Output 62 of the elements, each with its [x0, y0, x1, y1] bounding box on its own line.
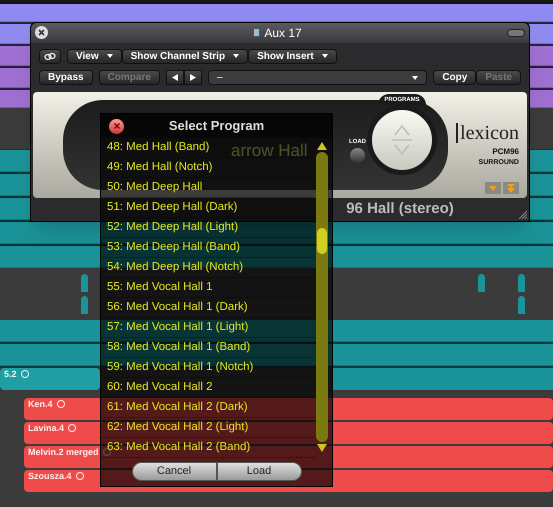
program-item[interactable]: 60: Med Vocal Hall 2	[107, 378, 212, 396]
program-item[interactable]: 48: Med Hall (Band)	[107, 138, 210, 156]
bypass-button[interactable]: Bypass	[39, 70, 93, 86]
loop-icon	[56, 400, 65, 408]
insert-dropdown[interactable]: Show Insert	[248, 48, 337, 64]
resize-grip-icon	[518, 210, 527, 219]
window-title: Aux 17	[264, 24, 302, 42]
down-arrow-icon	[489, 186, 497, 191]
program-item[interactable]: 55: Med Vocal Hall 1	[107, 278, 212, 296]
dialog-title: Select Program	[168, 117, 266, 136]
region-name: 5.2	[4, 370, 17, 379]
brand-logo: lexicon	[456, 122, 519, 143]
caret-icon	[322, 54, 328, 58]
region-name: Szousza.4	[28, 472, 72, 481]
model-label: PCM96	[492, 146, 519, 158]
copy-button[interactable]: Copy	[433, 70, 476, 86]
scrollbar-thumb[interactable]	[317, 228, 327, 254]
program-item[interactable]: 58: Med Vocal Hall 1 (Band)	[107, 338, 250, 356]
document-icon	[253, 28, 260, 38]
dialog-button[interactable]: Load	[216, 462, 302, 481]
caret-icon	[233, 54, 240, 58]
load-button[interactable]	[350, 148, 365, 164]
toolbar-toggle-button[interactable]	[507, 28, 525, 37]
loop-icon	[20, 370, 29, 378]
loop-icon	[68, 424, 76, 432]
channel-strip-dropdown[interactable]: Show Channel Strip	[122, 48, 248, 64]
close-icon	[114, 123, 120, 129]
region-name: Melvin.2 merged	[28, 448, 99, 457]
close-icon	[38, 29, 45, 36]
dialog-button[interactable]: Cancel	[132, 462, 216, 481]
left-arrow-icon	[172, 74, 178, 82]
preset-dropdown[interactable]: –	[208, 70, 428, 86]
audio-region	[518, 296, 525, 314]
previous-button[interactable]	[166, 70, 184, 86]
close-button[interactable]	[35, 26, 48, 40]
link-button[interactable]	[39, 48, 61, 64]
program-item[interactable]: 53: Med Deep Hall (Band)	[107, 238, 240, 256]
region-name: Lavina.4	[28, 424, 64, 433]
program-item[interactable]: 54: Med Deep Hall (Notch)	[107, 258, 244, 276]
program-item[interactable]: 49: Med Hall (Notch)	[107, 158, 212, 176]
audio-region	[81, 296, 88, 314]
loop-icon	[76, 472, 84, 480]
view-dropdown[interactable]: View	[67, 48, 122, 64]
program-item[interactable]: 50: Med Deep Hall	[107, 178, 202, 196]
audio-region	[81, 274, 88, 292]
audio-region	[518, 274, 525, 292]
program-item[interactable]: 59: Med Vocal Hall 1 (Notch)	[107, 358, 254, 376]
region-name: Ken.4	[28, 400, 53, 409]
right-arrow-icon	[190, 74, 196, 82]
program-item[interactable]: 51: Med Deep Hall (Dark)	[107, 198, 238, 216]
program-name: arrow Hall	[231, 140, 308, 162]
link-icon	[44, 52, 56, 61]
program-item[interactable]: 52: Med Deep Hall (Light)	[107, 218, 238, 236]
caret-icon	[412, 76, 418, 80]
plugin-name: 96 Hall (stereo)	[346, 199, 454, 220]
double-down-arrow-icon	[507, 184, 515, 193]
program-item[interactable]: 56: Med Vocal Hall 1 (Dark)	[107, 298, 248, 316]
audio-region	[478, 274, 485, 292]
program-item[interactable]: 57: Med Vocal Hall 1 (Light)	[107, 318, 248, 336]
program-item[interactable]: 61: Med Vocal Hall 2 (Dark)	[107, 398, 248, 416]
caret-icon	[106, 54, 113, 58]
next-button[interactable]	[184, 70, 202, 86]
